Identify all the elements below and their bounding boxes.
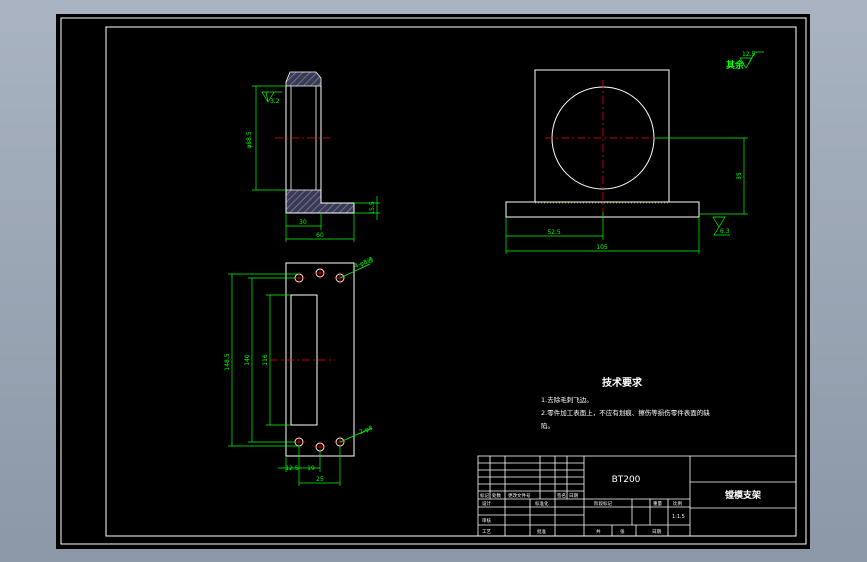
top-view-dim-left-offset: 12.5 <box>285 465 299 472</box>
title-block-stage-label: 阶段标记 <box>594 500 612 507</box>
top-view-dim-hole-pitch: 19 <box>307 465 315 472</box>
tech-requirements-title: 技术要求 <box>602 376 643 389</box>
tech-requirements-line2: 2.零件加工表面上，不应有划痕、擦伤等损伤零件表面的缺 <box>541 408 710 417</box>
title-block-scale-label: 比例 <box>673 500 682 507</box>
title-block-process-label: 工艺 <box>482 529 491 535</box>
tech-requirements-line1: 1.去除毛刺飞边。 <box>541 395 593 404</box>
front-view-other-label: 其余 <box>726 59 745 71</box>
side-view-dim-vertical: φ88.5 <box>246 131 253 149</box>
title-block-check-label: 审核 <box>482 517 491 524</box>
title-block-std-label: 标准化 <box>535 500 549 507</box>
title-block-design-label: 设计 <box>482 500 491 507</box>
front-view-dim-half-width: 52.5 <box>547 229 561 236</box>
front-view-dim-total-width: 105 <box>596 244 608 251</box>
title-block-weight-label: 重量 <box>653 500 662 507</box>
top-view-dim-slot-height: 116 <box>262 354 269 366</box>
front-view-dim-height: 35 <box>736 172 743 180</box>
top-view-dim-mid-height: 140 <box>244 354 251 366</box>
top-view-dim-outer-height: 148.5 <box>224 353 231 370</box>
cad-viewport[interactable]: φ88.5 3.2 30 60 15.5 35 52.5 105 6.3 其余 … <box>0 0 867 562</box>
title-block-row-label-5: 日期 <box>569 493 578 499</box>
title-block-sheet-label: 共 <box>596 528 601 535</box>
drawing-canvas[interactable]: φ88.5 3.2 30 60 15.5 35 52.5 105 6.3 其余 … <box>0 0 867 562</box>
title-block-date-label: 日期 <box>652 529 661 535</box>
sheet-background <box>56 14 810 549</box>
top-view-dim-bottom-width: 25 <box>316 476 324 483</box>
side-view-dim-base-height: 15.5 <box>369 201 376 215</box>
front-view-roughness-base: 6.3 <box>720 228 730 235</box>
title-block-sheet-of-label: 张 <box>620 528 625 535</box>
side-view-dim-top-width: 30 <box>299 219 307 226</box>
title-block-scale: 1:1.5 <box>672 514 685 520</box>
title-block-row-label-4: 签名 <box>557 492 566 499</box>
title-block-row-label-2: 处数 <box>492 492 501 499</box>
title-block-approve-label: 批准 <box>537 528 546 535</box>
tech-requirements-line3: 陷。 <box>541 421 554 430</box>
title-block-part-name: 镗模支架 <box>725 489 761 501</box>
title-block-part-code: BT200 <box>612 475 641 485</box>
title-block-row-label-1: 标记 <box>480 492 489 499</box>
side-view-roughness: 3.2 <box>270 98 280 105</box>
side-view-hatch-top <box>285 71 322 87</box>
side-view-dim-bottom-width: 60 <box>316 232 324 239</box>
title-block-row-label-3: 更改文件号 <box>508 492 531 499</box>
front-view-roughness-other: 12.5 <box>742 51 756 58</box>
